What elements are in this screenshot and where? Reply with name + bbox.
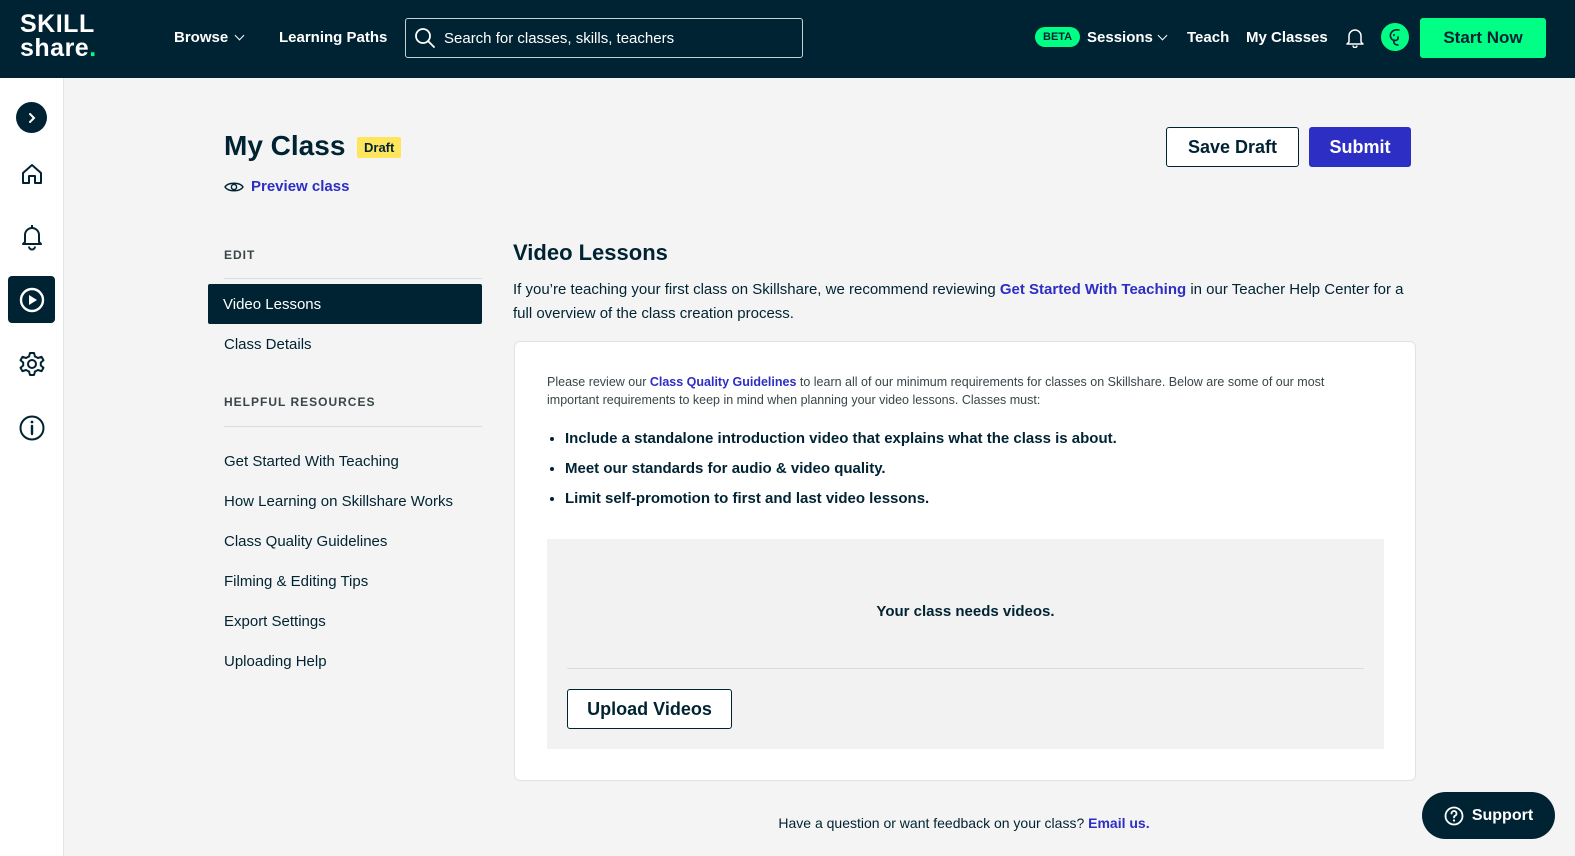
- info-icon: [19, 415, 44, 440]
- avatar-face-icon: [1389, 29, 1400, 46]
- browse-label: Browse: [174, 29, 229, 46]
- page-title: My Class: [224, 130, 346, 161]
- logo-line-1: SKILL: [20, 10, 95, 38]
- home-icon: [21, 163, 42, 184]
- resource-link-get-started[interactable]: Get Started With Teaching: [224, 453, 399, 470]
- quality-guidelines-link[interactable]: Class Quality Guidelines: [650, 375, 797, 389]
- rail-home[interactable]: [8, 150, 55, 197]
- rail-teach[interactable]: [8, 276, 55, 323]
- save-draft-button[interactable]: Save Draft: [1166, 127, 1299, 167]
- edit-section-label: EDIT: [224, 248, 256, 262]
- left-rail: [0, 78, 64, 856]
- support-label: Support: [1471, 806, 1534, 824]
- requirements-list: Include a standalone introduction video …: [565, 430, 1365, 520]
- preview-class-label: Preview class: [251, 178, 350, 195]
- avatar[interactable]: [1379, 21, 1411, 53]
- search-icon: [415, 28, 435, 48]
- status-badge: Draft: [357, 137, 402, 158]
- divider: [224, 278, 482, 279]
- video-upload-area: Your class needs videos. Upload Videos: [547, 539, 1384, 749]
- top-navbar: SKILL share. Browse Learning Paths BETA …: [0, 0, 1575, 78]
- support-button[interactable]: Support: [1422, 792, 1555, 839]
- rail-settings[interactable]: [8, 340, 55, 387]
- preview-class-link[interactable]: Preview class: [224, 178, 349, 195]
- chevron-right-icon: [28, 112, 35, 123]
- empty-state-text: Your class needs videos.: [876, 603, 1055, 620]
- beta-badge: BETA: [1035, 27, 1081, 47]
- list-item: Limit self-promotion to first and last v…: [565, 490, 1365, 508]
- divider: [224, 426, 482, 427]
- start-now-button[interactable]: Start Now: [1420, 18, 1546, 58]
- helpful-resources-label: HELPFUL RESOURCES: [224, 395, 376, 409]
- search-input[interactable]: [444, 29, 784, 47]
- chevron-down-icon: [1157, 30, 1168, 41]
- email-us-link[interactable]: Email us.: [1088, 815, 1149, 831]
- resource-link-quality-guidelines[interactable]: Class Quality Guidelines: [224, 533, 387, 550]
- divider: [567, 668, 1364, 669]
- logo-dot: .: [89, 34, 97, 62]
- eye-icon: [224, 182, 244, 191]
- skillshare-logo[interactable]: SKILL share.: [20, 10, 97, 62]
- guidelines-note: Please review our Class Quality Guidelin…: [547, 375, 1325, 407]
- list-item: Meet our standards for audio & video qua…: [565, 460, 1365, 478]
- teach-link[interactable]: Teach: [1187, 29, 1229, 46]
- resource-link-filming-tips[interactable]: Filming & Editing Tips: [224, 573, 368, 590]
- submit-button[interactable]: Submit: [1309, 127, 1411, 167]
- search-box[interactable]: [405, 18, 803, 58]
- my-classes-link[interactable]: My Classes: [1246, 29, 1328, 46]
- video-lessons-card: Please review our Class Quality Guidelin…: [514, 341, 1416, 781]
- rail-notifications[interactable]: [8, 213, 55, 260]
- resource-link-how-learning-works[interactable]: How Learning on Skillshare Works: [224, 493, 453, 510]
- chevron-down-icon: [234, 30, 245, 41]
- bell-icon: [21, 224, 42, 250]
- learning-paths-link[interactable]: Learning Paths: [279, 29, 387, 46]
- rail-info[interactable]: [8, 404, 55, 451]
- question-circle-icon: [1444, 806, 1464, 825]
- list-item: Include a standalone introduction video …: [565, 430, 1365, 448]
- resource-link-export-settings[interactable]: Export Settings: [224, 613, 326, 630]
- notifications-bell-icon[interactable]: [1344, 26, 1366, 53]
- menu-item-video-lessons[interactable]: Video Lessons: [208, 284, 482, 324]
- menu-item-class-details[interactable]: Class Details: [224, 336, 312, 353]
- get-started-link[interactable]: Get Started With Teaching: [1000, 281, 1186, 298]
- expand-rail-button[interactable]: [16, 102, 47, 133]
- intro-text: If you’re teaching your first class on S…: [513, 281, 1404, 322]
- play-circle-icon: [19, 287, 44, 312]
- gear-icon: [19, 351, 44, 376]
- browse-menu[interactable]: Browse: [174, 29, 245, 46]
- logo-line-2: share: [20, 34, 90, 62]
- sessions-menu[interactable]: Sessions: [1087, 29, 1168, 46]
- feedback-footer: Have a question or want feedback on your…: [778, 815, 1150, 831]
- section-title: Video Lessons: [513, 240, 668, 265]
- resource-link-uploading-help[interactable]: Uploading Help: [224, 653, 327, 670]
- upload-videos-button[interactable]: Upload Videos: [567, 689, 732, 729]
- sessions-label: Sessions: [1087, 29, 1153, 46]
